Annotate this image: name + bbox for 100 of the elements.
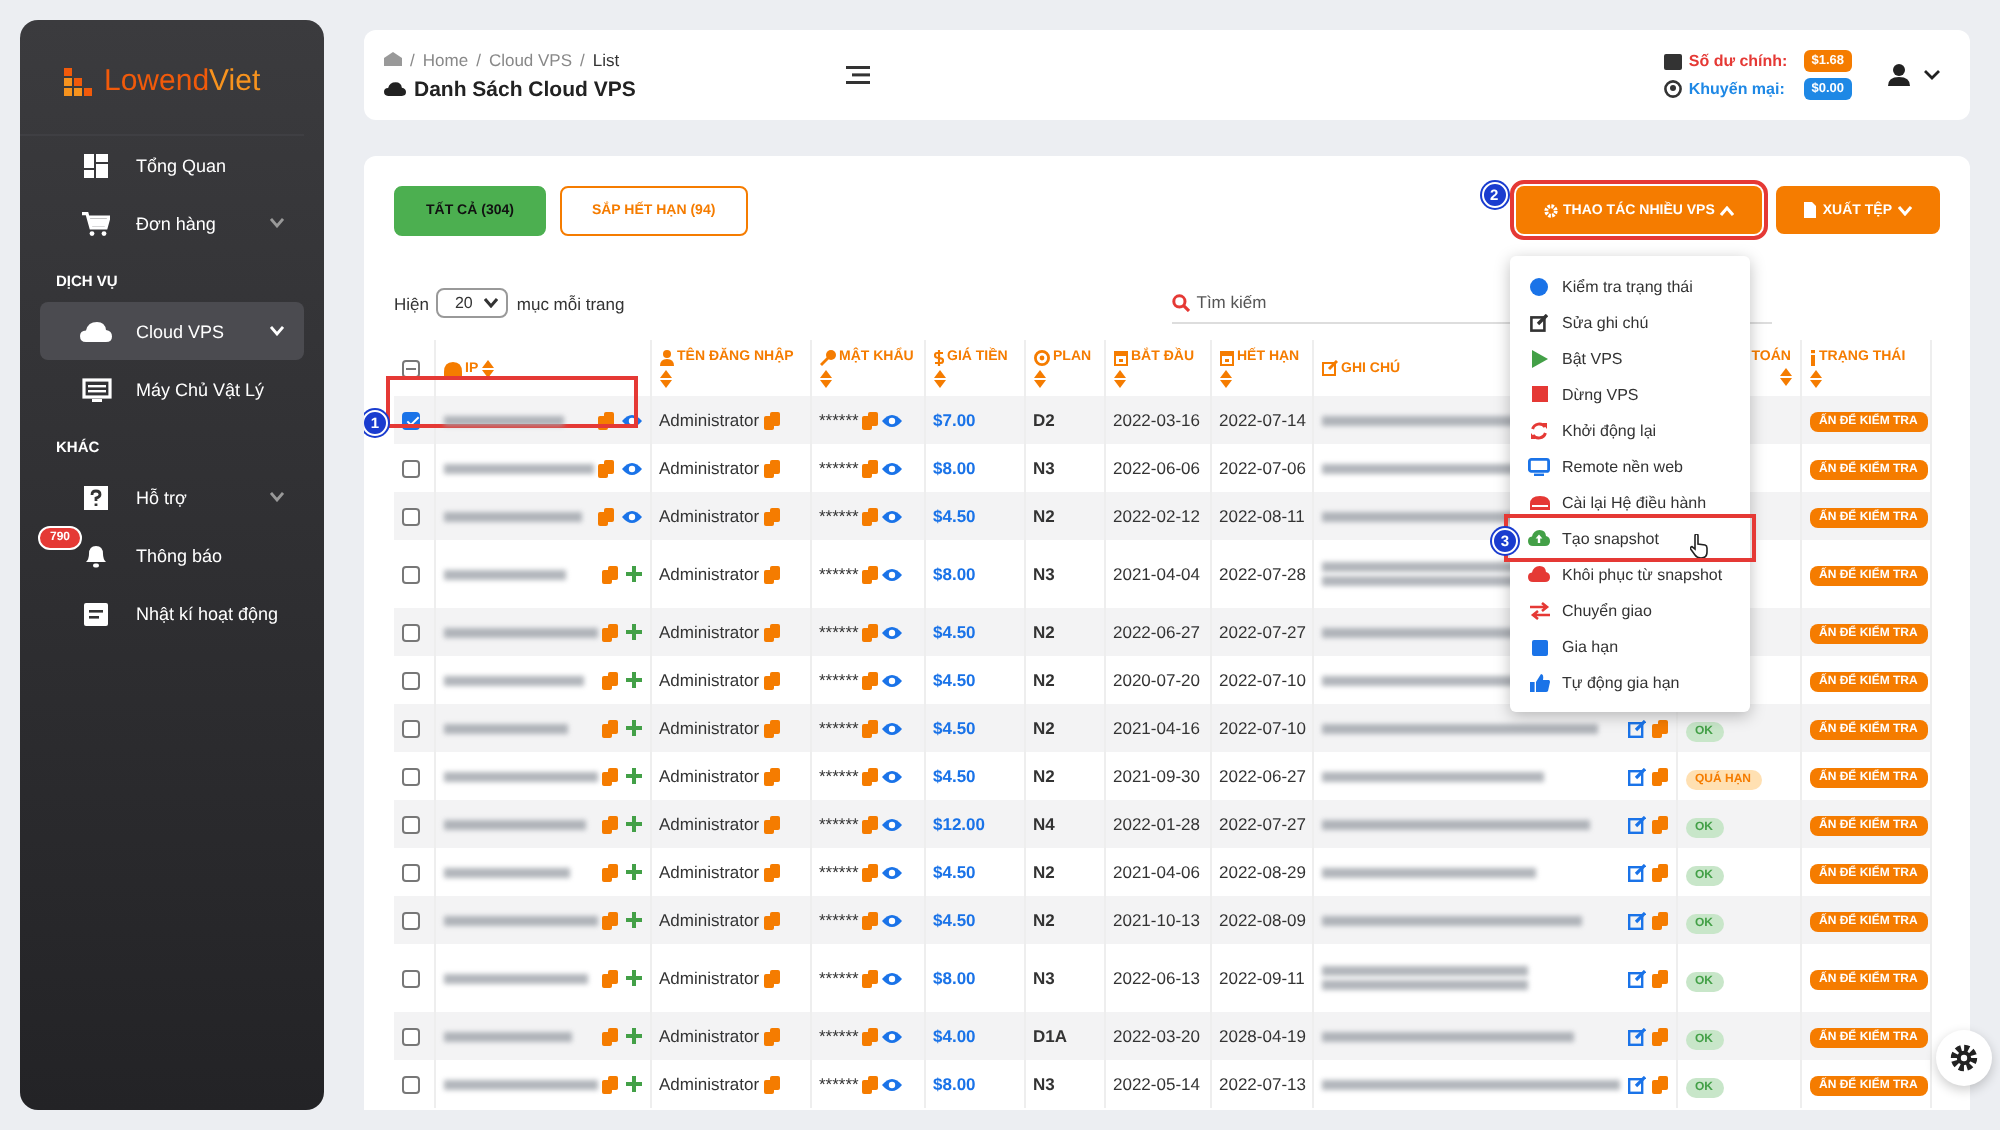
- copy-icon[interactable]: [1651, 719, 1667, 737]
- copy-icon[interactable]: [763, 767, 780, 785]
- sort-icon[interactable]: [1779, 368, 1791, 386]
- sidebar-item[interactable]: Cloud VPS: [40, 302, 304, 360]
- sort-icon[interactable]: [819, 369, 831, 387]
- row-checkbox[interactable]: [402, 1027, 420, 1045]
- sidebar-item[interactable]: Tổng Quan: [40, 136, 304, 194]
- sidebar-item[interactable]: Máy Chủ Vật Lý: [40, 360, 304, 418]
- copy-icon[interactable]: [862, 623, 879, 641]
- select-all-checkbox[interactable]: [402, 359, 420, 377]
- copy-icon[interactable]: [763, 1027, 780, 1045]
- eye-icon[interactable]: [882, 913, 903, 927]
- eye-icon[interactable]: [882, 769, 903, 783]
- row-checkbox[interactable]: [402, 719, 420, 737]
- plus-icon[interactable]: [625, 1028, 641, 1044]
- copy-icon[interactable]: [597, 507, 613, 525]
- copy-icon[interactable]: [763, 623, 780, 641]
- copy-icon[interactable]: [763, 565, 780, 583]
- edit-icon[interactable]: [1627, 863, 1645, 881]
- copy-icon[interactable]: [862, 719, 879, 737]
- menu-item[interactable]: Gia hạn: [1510, 628, 1750, 664]
- menu-icon[interactable]: [845, 66, 870, 84]
- copy-icon[interactable]: [763, 815, 780, 833]
- breadcrumb-link[interactable]: Cloud VPS: [488, 49, 573, 69]
- copy-icon[interactable]: [862, 911, 879, 929]
- plus-icon[interactable]: [625, 624, 641, 640]
- copy-icon[interactable]: [763, 911, 780, 929]
- eye-icon[interactable]: [882, 413, 903, 427]
- copy-icon[interactable]: [601, 719, 617, 737]
- copy-icon[interactable]: [763, 411, 780, 429]
- chevron-down-icon[interactable]: [1924, 70, 1940, 80]
- row-checkbox[interactable]: [402, 623, 420, 641]
- eye-icon[interactable]: [882, 461, 903, 475]
- sort-icon[interactable]: [482, 359, 495, 377]
- eye-icon[interactable]: [621, 413, 641, 427]
- copy-icon[interactable]: [862, 1027, 879, 1045]
- row-checkbox[interactable]: [402, 767, 420, 785]
- copy-icon[interactable]: [763, 459, 780, 477]
- copy-icon[interactable]: [763, 863, 780, 881]
- eye-icon[interactable]: [882, 1029, 903, 1043]
- sidebar-item[interactable]: Hỗ trợ: [40, 468, 304, 526]
- row-checkbox[interactable]: [402, 671, 420, 689]
- copy-icon[interactable]: [862, 1075, 879, 1093]
- plus-icon[interactable]: [625, 970, 641, 986]
- plus-icon[interactable]: [625, 864, 641, 880]
- menu-item[interactable]: Remote nền web: [1510, 448, 1750, 484]
- sort-icon[interactable]: [1219, 369, 1231, 387]
- eye-icon[interactable]: [882, 817, 903, 831]
- row-checkbox[interactable]: [402, 507, 420, 525]
- row-checkbox[interactable]: [402, 1075, 420, 1093]
- copy-icon[interactable]: [1651, 1075, 1667, 1093]
- row-checkbox[interactable]: [402, 565, 420, 583]
- copy-icon[interactable]: [1651, 815, 1667, 833]
- copy-icon[interactable]: [862, 459, 879, 477]
- copy-icon[interactable]: [862, 863, 879, 881]
- eye-icon[interactable]: [882, 625, 903, 639]
- sort-icon[interactable]: [1033, 369, 1045, 387]
- edit-icon[interactable]: [1627, 911, 1645, 929]
- menu-item[interactable]: Dừng VPS: [1510, 376, 1750, 412]
- copy-icon[interactable]: [1651, 911, 1667, 929]
- row-checkbox[interactable]: [402, 969, 420, 987]
- plus-icon[interactable]: [625, 1076, 641, 1092]
- row-checkbox[interactable]: [402, 863, 420, 881]
- copy-icon[interactable]: [1651, 863, 1667, 881]
- copy-icon[interactable]: [862, 671, 879, 689]
- menu-item[interactable]: Chuyển giao: [1510, 592, 1750, 628]
- copy-icon[interactable]: [601, 565, 617, 583]
- edit-icon[interactable]: [1627, 719, 1645, 737]
- copy-icon[interactable]: [862, 815, 879, 833]
- edit-icon[interactable]: [1627, 815, 1645, 833]
- sort-icon[interactable]: [659, 369, 671, 387]
- edit-icon[interactable]: [1627, 1075, 1645, 1093]
- home-icon[interactable]: [384, 52, 402, 66]
- edit-icon[interactable]: [1627, 1027, 1645, 1045]
- copy-icon[interactable]: [862, 969, 879, 987]
- copy-icon[interactable]: [862, 507, 879, 525]
- eye-icon[interactable]: [882, 509, 903, 523]
- copy-icon[interactable]: [597, 459, 613, 477]
- eye-icon[interactable]: [621, 461, 641, 475]
- menu-item[interactable]: Cài lại Hệ điều hành: [1510, 484, 1750, 520]
- eye-icon[interactable]: [882, 567, 903, 581]
- plus-icon[interactable]: [625, 912, 641, 928]
- copy-icon[interactable]: [601, 863, 617, 881]
- copy-icon[interactable]: [763, 1075, 780, 1093]
- copy-icon[interactable]: [601, 623, 617, 641]
- copy-icon[interactable]: [601, 911, 617, 929]
- eye-icon[interactable]: [882, 971, 903, 985]
- copy-icon[interactable]: [763, 671, 780, 689]
- page-size-select[interactable]: 20: [436, 288, 509, 318]
- menu-item[interactable]: Bật VPS: [1510, 340, 1750, 376]
- settings-button[interactable]: [1936, 1030, 1992, 1086]
- menu-item[interactable]: Tự động gia hạn: [1510, 664, 1750, 700]
- eye-icon[interactable]: [621, 509, 641, 523]
- copy-icon[interactable]: [601, 969, 617, 987]
- copy-icon[interactable]: [601, 1075, 617, 1093]
- copy-icon[interactable]: [601, 767, 617, 785]
- menu-item[interactable]: Khởi động lại: [1510, 412, 1750, 448]
- copy-icon[interactable]: [601, 815, 617, 833]
- copy-icon[interactable]: [1651, 969, 1667, 987]
- row-checkbox[interactable]: [402, 815, 420, 833]
